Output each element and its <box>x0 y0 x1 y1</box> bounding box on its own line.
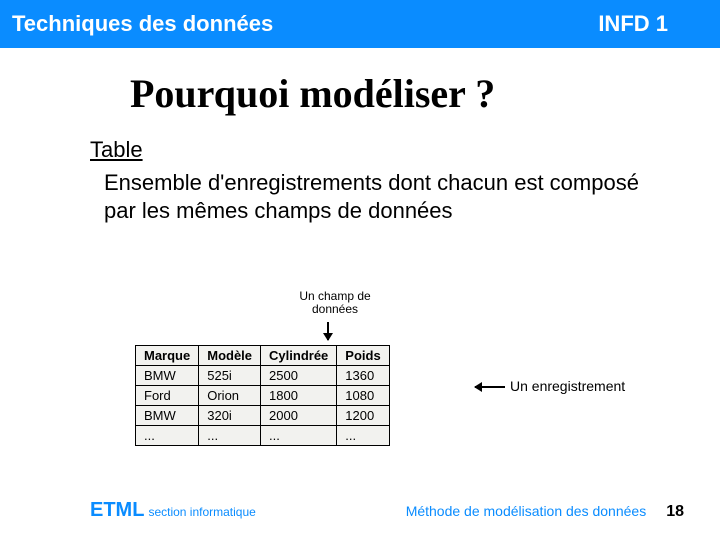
table-row: BMW525i25001360 <box>136 366 390 386</box>
header-left: Techniques des données <box>12 11 273 37</box>
table-header: Poids <box>337 346 389 366</box>
table-cell: Orion <box>199 386 261 406</box>
header-right: INFD 1 <box>598 11 708 37</box>
example-table: MarqueModèleCylindréePoids BMW525i250013… <box>135 345 390 446</box>
table-cell: ... <box>261 426 337 446</box>
annotation-record: Un enregistrement <box>510 378 625 394</box>
table-header: Marque <box>136 346 199 366</box>
table-cell: Ford <box>136 386 199 406</box>
arrow-left-icon <box>475 386 505 388</box>
table-cell: 2000 <box>261 406 337 426</box>
table-cell: 1360 <box>337 366 389 386</box>
footer-subtitle: Méthode de modélisation des données <box>406 503 647 519</box>
annotation-field: Un champ de données <box>290 290 380 316</box>
table-cell: ... <box>136 426 199 446</box>
table-header: Modèle <box>199 346 261 366</box>
arrow-down-icon <box>327 322 329 340</box>
footer-section: section informatique <box>148 505 255 519</box>
slide-title: Pourquoi modéliser ? <box>130 70 720 117</box>
definition-text: Ensemble d'enregistrements dont chacun e… <box>104 169 660 224</box>
title-bar: Techniques des données INFD 1 <box>0 0 720 48</box>
content-area: Table Ensemble d'enregistrements dont ch… <box>0 137 720 224</box>
footer-org: ETML <box>90 499 144 522</box>
footer: ETML section informatique Méthode de mod… <box>0 499 720 522</box>
table-header: Cylindrée <box>261 346 337 366</box>
table-cell: 320i <box>199 406 261 426</box>
table-cell: ... <box>199 426 261 446</box>
page-number: 18 <box>666 503 684 521</box>
table-row: ............ <box>136 426 390 446</box>
table-row: BMW320i20001200 <box>136 406 390 426</box>
table-cell: BMW <box>136 366 199 386</box>
table-cell: ... <box>337 426 389 446</box>
table-cell: 525i <box>199 366 261 386</box>
table-cell: 2500 <box>261 366 337 386</box>
table-cell: 1200 <box>337 406 389 426</box>
table-cell: BMW <box>136 406 199 426</box>
term-label: Table <box>90 137 660 163</box>
table-cell: 1800 <box>261 386 337 406</box>
table-cell: 1080 <box>337 386 389 406</box>
table-row: FordOrion18001080 <box>136 386 390 406</box>
